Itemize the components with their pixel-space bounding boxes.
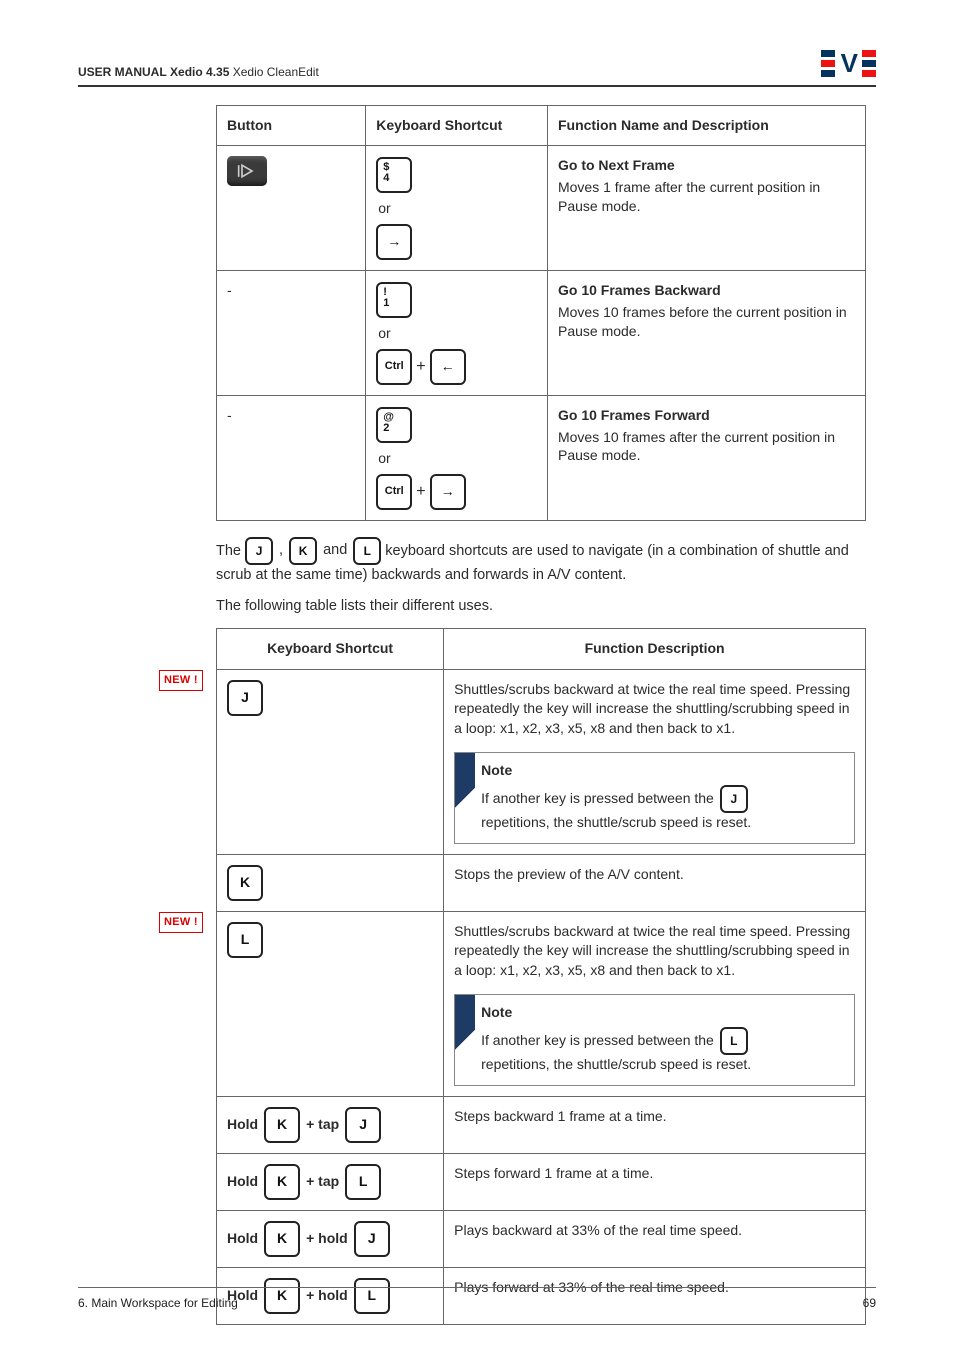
table-intro: The following table lists their differen… [216,596,866,618]
table-row: Hold K + tap L Steps forward 1 frame at … [217,1153,866,1210]
key-k: K [264,1221,300,1257]
key-at-2: @2 [376,407,412,443]
jkl-intro-paragraph: The J, K and L keyboard shortcuts are us… [216,537,866,587]
key-arrow-left: ← [430,349,466,385]
table-row: - @2 or Ctrl + → Go 10 Frames Forward Mo… [217,395,866,520]
th-desc: Function Description [444,629,866,670]
evs-logo: V [821,48,876,79]
table-row: K Stops the preview of the A/V content. [217,854,866,911]
th-shortcut: Keyboard Shortcut [217,629,444,670]
table-row: Hold K + tap J Steps backward 1 frame at… [217,1096,866,1153]
key-l: L [227,922,263,958]
key-l: L [345,1164,381,1200]
note-marker-icon [455,753,475,842]
key-ctrl: Ctrl [376,349,412,385]
key-k: K [264,1107,300,1143]
table-row: $4 or → Go to Next Frame Moves 1 frame a… [217,145,866,270]
key-j: J [354,1221,390,1257]
key-j: J [345,1107,381,1143]
page-header: USER MANUAL Xedio 4.35 Xedio CleanEdit V [78,48,876,87]
key-l-icon: L [353,537,381,565]
th-shortcut: Keyboard Shortcut [366,106,548,146]
key-j: J [227,680,263,716]
key-ctrl: Ctrl [376,474,412,510]
new-badge: NEW ! [159,670,203,691]
go-next-frame-icon [227,156,267,186]
page-number: 69 [863,1296,876,1310]
new-badge: NEW ! [159,912,203,933]
button-shortcut-table: Button Keyboard Shortcut Function Name a… [216,105,866,521]
manual-title: USER MANUAL Xedio 4.35 Xedio CleanEdit [78,65,319,79]
key-arrow-right: → [430,474,466,510]
th-button: Button [217,106,366,146]
function-description-table: Keyboard Shortcut Function Description N… [216,628,866,1325]
key-l-icon: L [720,1027,748,1055]
note-marker-icon [455,995,475,1084]
key-dollar-4: $4 [376,157,412,193]
key-arrow-right: → [376,224,412,260]
note-box: Note If another key is pressed between t… [454,994,855,1085]
key-k: K [264,1164,300,1200]
key-k-icon: K [289,537,317,565]
footer-section: 6. Main Workspace for Editing [78,1296,238,1310]
table-row: Hold K + hold J Plays backward at 33% of… [217,1210,866,1267]
table-row: - !1 or Ctrl + ← Go 10 Frames Backward M… [217,270,866,395]
note-box: Note If another key is pressed between t… [454,752,855,843]
table-row: NEW ! L Shuttles/scrubs backward at twic… [217,911,866,1096]
key-excl-1: !1 [376,282,412,318]
table-row: NEW ! J Shuttles/scrubs backward at twic… [217,669,866,854]
key-k: K [227,865,263,901]
page-footer: 6. Main Workspace for Editing 69 [78,1287,876,1310]
key-j-icon: J [245,537,273,565]
key-j-icon: J [720,785,748,813]
th-function: Function Name and Description [547,106,865,146]
